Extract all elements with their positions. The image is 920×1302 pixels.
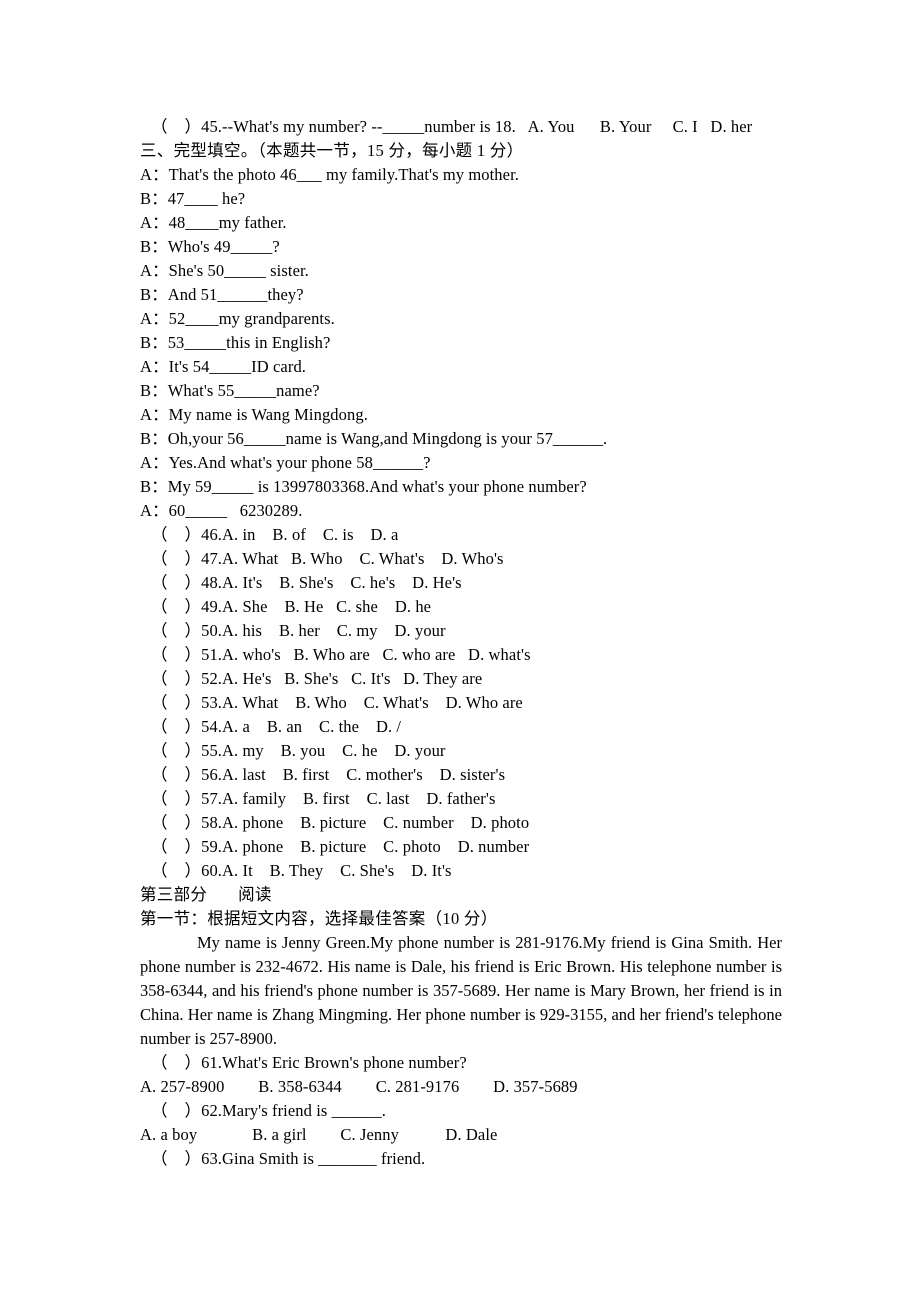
reading-passage: My name is Jenny Green.My phone number i… bbox=[140, 933, 782, 1048]
cloze-option-row: （ ）53.A. What B. Who C. What's D. Who ar… bbox=[151, 693, 523, 712]
part-three-heading: 第三部分 阅读 bbox=[140, 885, 272, 904]
dialogue-line: B：Oh,your 56_____name is Wang,and Mingdo… bbox=[140, 429, 608, 448]
dialogue-line: A：60_____ 6230289. bbox=[140, 501, 303, 520]
cloze-option-row: （ ）52.A. He's B. She's C. It's D. They a… bbox=[151, 669, 483, 688]
cloze-option-row: （ ）51.A. who's B. Who are C. who are D. … bbox=[151, 645, 531, 664]
dialogue-line: A：That's the photo 46___ my family.That'… bbox=[140, 165, 519, 184]
reading-question-stem: （ ）62.Mary's friend is ______. bbox=[151, 1101, 386, 1120]
dialogue-line: A：52____my grandparents. bbox=[140, 309, 335, 328]
cloze-option-row: （ ）57.A. family B. first C. last D. fath… bbox=[151, 789, 496, 808]
cloze-option-row: （ ）56.A. last B. first C. mother's D. si… bbox=[151, 765, 506, 784]
reading-question-stem: （ ）61.What's Eric Brown's phone number? bbox=[151, 1053, 467, 1072]
cloze-options-list: （ ）46.A. in B. of C. is D. a （ ）47.A. Wh… bbox=[140, 523, 783, 883]
reading-question-stem: （ ）63.Gina Smith is _______ friend. bbox=[151, 1149, 426, 1168]
cloze-dialogue: A：That's the photo 46___ my family.That'… bbox=[140, 163, 783, 523]
cloze-option-row: （ ）47.A. What B. Who C. What's D. Who's bbox=[151, 549, 504, 568]
question-45-line: （ ）45.--What's my number? --_____number … bbox=[151, 117, 753, 136]
cloze-option-row: （ ）49.A. She B. He C. she D. he bbox=[151, 597, 432, 616]
dialogue-line: A：Yes.And what's your phone 58______? bbox=[140, 453, 431, 472]
cloze-option-row: （ ）54.A. a B. an C. the D. / bbox=[151, 717, 402, 736]
reading-questions-list: （ ）61.What's Eric Brown's phone number? … bbox=[140, 1051, 783, 1171]
cloze-option-row: （ ）58.A. phone B. picture C. number D. p… bbox=[151, 813, 530, 832]
reading-question-options: A. a boy B. a girl C. Jenny D. Dale bbox=[140, 1125, 498, 1144]
dialogue-line: B：My 59_____ is 13997803368.And what's y… bbox=[140, 477, 587, 496]
dialogue-line: B：53_____this in English? bbox=[140, 333, 331, 352]
cloze-option-row: （ ）55.A. my B. you C. he D. your bbox=[151, 741, 446, 760]
dialogue-line: A：She's 50_____ sister. bbox=[140, 261, 309, 280]
dialogue-line: B：What's 55_____name? bbox=[140, 381, 320, 400]
part-three-section-one-heading: 第一节：根据短文内容，选择最佳答案（10 分） bbox=[140, 909, 498, 928]
cloze-option-row: （ ）50.A. his B. her C. my D. your bbox=[151, 621, 446, 640]
dialogue-line: B：47____ he? bbox=[140, 189, 246, 208]
cloze-option-row: （ ）59.A. phone B. picture C. photo D. nu… bbox=[151, 837, 530, 856]
dialogue-line: A：It's 54_____ID card. bbox=[140, 357, 307, 376]
dialogue-line: B：Who's 49_____? bbox=[140, 237, 280, 256]
section-three-heading: 三、完型填空。（本题共一节，15 分，每小题 1 分） bbox=[140, 141, 524, 160]
cloze-option-row: （ ）48.A. It's B. She's C. he's D. He's bbox=[151, 573, 462, 592]
dialogue-line: A：48____my father. bbox=[140, 213, 287, 232]
cloze-option-row: （ ）46.A. in B. of C. is D. a bbox=[151, 525, 399, 544]
exam-page: （ ）45.--What's my number? --_____number … bbox=[0, 0, 920, 1302]
dialogue-line: B：And 51______they? bbox=[140, 285, 304, 304]
reading-question-options: A. 257-8900 B. 358-6344 C. 281-9176 D. 3… bbox=[140, 1077, 578, 1096]
dialogue-line: A：My name is Wang Mingdong. bbox=[140, 405, 368, 424]
cloze-option-row: （ ）60.A. It B. They C. She's D. It's bbox=[151, 861, 452, 880]
